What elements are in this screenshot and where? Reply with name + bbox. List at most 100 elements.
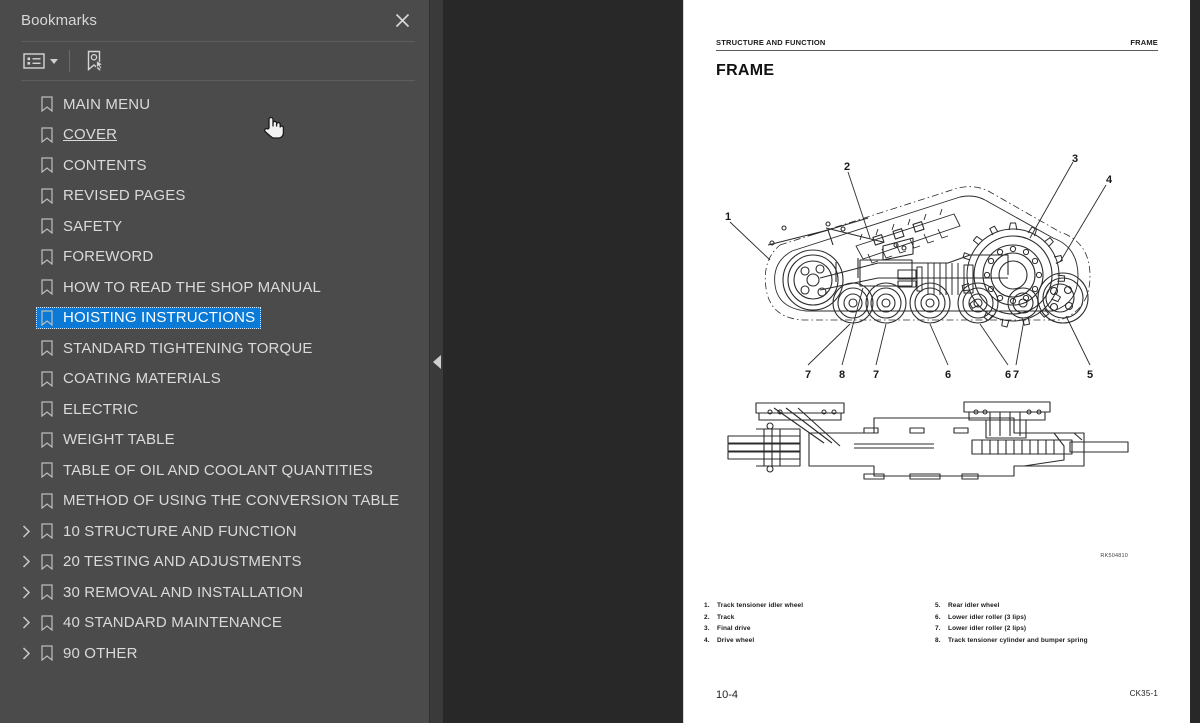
bookmark-list[interactable]: MAIN MENU COVER CONTENTS REVISED PAGES SAFET…	[0, 81, 429, 723]
bookmark-hit-area[interactable]: REVISED PAGES	[36, 185, 192, 207]
new-bookmark-icon[interactable]	[82, 47, 108, 75]
svg-text:7: 7	[873, 369, 879, 381]
bookmark-item-label: 30 REMOVAL AND INSTALLATION	[63, 583, 304, 601]
twisty-spacer	[16, 89, 36, 119]
figure-code: RK504810	[1100, 553, 1128, 559]
bookmark-icon	[36, 462, 58, 479]
bookmark-icon	[36, 249, 58, 265]
legend-item-text: Track tensioner idler wheel	[717, 602, 804, 609]
bookmark-item-label: HOW TO READ THE SHOP MANUAL	[63, 278, 321, 296]
collapse-left-triangle-icon[interactable]	[433, 355, 441, 369]
twisty-spacer	[16, 120, 36, 150]
bookmark-hit-area[interactable]: ELECTRIC	[36, 398, 144, 420]
bookmark-item[interactable]: COATING MATERIALS	[0, 364, 429, 395]
bookmark-item-label: METHOD OF USING THE CONVERSION TABLE	[63, 492, 400, 510]
bookmark-item-label: STANDARD TIGHTENING TORQUE	[63, 339, 313, 357]
chevron-right-icon[interactable]	[16, 516, 36, 546]
svg-text:6: 6	[1005, 369, 1011, 381]
bookmark-item[interactable]: SAFETY	[0, 211, 429, 242]
bookmarks-toolbar	[0, 42, 429, 80]
bookmark-hit-area[interactable]: CONTENTS	[36, 154, 153, 176]
bookmark-item[interactable]: 40 STANDARD MAINTENANCE	[0, 608, 429, 639]
bookmark-icon	[36, 96, 58, 113]
bookmark-item-label: FOREWORD	[63, 248, 154, 266]
bookmark-item-label: REVISED PAGES	[63, 187, 186, 205]
bookmark-item[interactable]: CONTENTS	[0, 150, 429, 181]
bookmark-item[interactable]: 10 STRUCTURE AND FUNCTION	[0, 516, 429, 547]
close-icon[interactable]	[389, 8, 415, 34]
legend-column-left: 1. Track tensioner idler wheel 2. Track 3. Fi…	[704, 602, 935, 650]
bookmark-hit-area[interactable]: 30 REMOVAL AND INSTALLATION	[36, 581, 309, 603]
bookmark-item[interactable]: HOW TO READ THE SHOP MANUAL	[0, 272, 429, 303]
options-list-icon[interactable]	[20, 47, 61, 75]
bookmark-hit-area[interactable]: 90 OTHER	[36, 642, 144, 664]
bookmark-item[interactable]: ELECTRIC	[0, 394, 429, 425]
chevron-right-icon[interactable]	[16, 638, 36, 668]
pdf-reader-window: Bookmarks MAIN MENU COVER CONTENTS REVIS…	[0, 0, 1200, 723]
legend-item-number: 8.	[935, 637, 941, 645]
bookmark-item[interactable]: TABLE OF OIL AND COOLANT QUANTITIES	[0, 455, 429, 486]
legend-item-number: 5.	[935, 602, 941, 609]
bookmark-item[interactable]: FOREWORD	[0, 242, 429, 273]
svg-text:7: 7	[805, 369, 811, 381]
bookmark-item[interactable]: 30 REMOVAL AND INSTALLATION	[0, 577, 429, 608]
legend-item: 8. Track tensioner cylinder and bumper sp…	[935, 638, 1166, 645]
bookmark-item[interactable]: REVISED PAGES	[0, 181, 429, 212]
bookmark-hit-area[interactable]: HOW TO READ THE SHOP MANUAL	[36, 276, 327, 298]
bookmark-hit-area[interactable]: SAFETY	[36, 215, 128, 237]
bookmark-hit-area[interactable]: COATING MATERIALS	[36, 368, 227, 390]
legend-item-text: Drive wheel	[717, 637, 755, 645]
bookmark-item-label: ELECTRIC	[63, 400, 139, 418]
bookmark-hit-area[interactable]: MAIN MENU	[36, 93, 156, 115]
legend-item-text: Lower idler roller (3 lips)	[948, 613, 1027, 621]
page-number: 10-4	[716, 689, 739, 701]
bookmark-item[interactable]: MAIN MENU	[0, 89, 429, 120]
bookmark-item-label: 20 TESTING AND ADJUSTMENTS	[63, 553, 302, 571]
bookmark-hit-area[interactable]: 10 STRUCTURE AND FUNCTION	[36, 520, 303, 542]
bookmark-icon	[36, 615, 58, 631]
legend-item-text: Track	[717, 613, 735, 621]
bookmark-hit-area[interactable]: TABLE OF OIL AND COOLANT QUANTITIES	[36, 459, 379, 481]
chevron-right-icon[interactable]	[16, 577, 36, 607]
legend-item: 6. Lower idler roller (3 lips)	[935, 613, 1166, 622]
svg-text:8: 8	[839, 369, 845, 381]
chevron-right-icon[interactable]	[16, 608, 36, 638]
bookmark-icon	[36, 401, 58, 418]
svg-text:5: 5	[1087, 369, 1093, 381]
legend-item-number: 1.	[704, 602, 710, 609]
figure-legend: 1. Track tensioner idler wheel 2. Track 3. Fi…	[704, 602, 1166, 650]
twisty-spacer	[16, 272, 36, 302]
bookmark-hit-area[interactable]: STANDARD TIGHTENING TORQUE	[36, 337, 318, 359]
bookmark-hit-area[interactable]: HOISTING INSTRUCTIONS	[36, 306, 262, 329]
bookmark-hit-area[interactable]: 40 STANDARD MAINTENANCE	[36, 612, 288, 634]
document-code: CK35-1	[1129, 689, 1158, 698]
document-viewer[interactable]: STRUCTURE AND FUNCTION FRAME FRAME 1 2 3…	[443, 0, 1200, 723]
bookmark-hit-area[interactable]: COVER	[36, 124, 123, 146]
bookmarks-panel-header: Bookmarks	[0, 0, 429, 41]
bookmark-hit-area[interactable]: FOREWORD	[36, 246, 159, 268]
chevron-down-icon[interactable]	[50, 58, 58, 64]
bookmark-item[interactable]: METHOD OF USING THE CONVERSION TABLE	[0, 486, 429, 517]
bookmark-item-label: TABLE OF OIL AND COOLANT QUANTITIES	[63, 461, 374, 479]
bookmark-item-label: WEIGHT TABLE	[63, 431, 175, 449]
bookmark-item-label: 90 OTHER	[63, 644, 138, 662]
legend-item-text: Track tensioner cylinder and bumper spri…	[948, 637, 1088, 645]
bookmark-item[interactable]: HOISTING INSTRUCTIONS	[0, 303, 429, 334]
bookmark-hit-area[interactable]: 20 TESTING AND ADJUSTMENTS	[36, 551, 308, 573]
bookmark-item[interactable]: 90 OTHER	[0, 638, 429, 669]
panel-splitter[interactable]	[430, 0, 443, 723]
bookmark-hit-area[interactable]: METHOD OF USING THE CONVERSION TABLE	[36, 490, 405, 512]
svg-text:6: 6	[945, 369, 951, 381]
doc-header-right: FRAME	[1130, 38, 1158, 47]
bookmark-item-label: COVER	[63, 126, 118, 144]
bookmark-hit-area[interactable]: WEIGHT TABLE	[36, 429, 181, 451]
bookmark-item[interactable]: COVER	[0, 120, 429, 151]
bookmark-item[interactable]: WEIGHT TABLE	[0, 425, 429, 456]
bookmark-item-label: SAFETY	[63, 217, 123, 235]
doc-running-header: STRUCTURE AND FUNCTION FRAME	[716, 38, 1158, 51]
doc-footer: 10-4 CK35-1	[716, 689, 1158, 701]
legend-item: 1. Track tensioner idler wheel	[704, 602, 935, 610]
chevron-right-icon[interactable]	[16, 547, 36, 577]
bookmark-item[interactable]: STANDARD TIGHTENING TORQUE	[0, 333, 429, 364]
bookmark-item[interactable]: 20 TESTING AND ADJUSTMENTS	[0, 547, 429, 578]
